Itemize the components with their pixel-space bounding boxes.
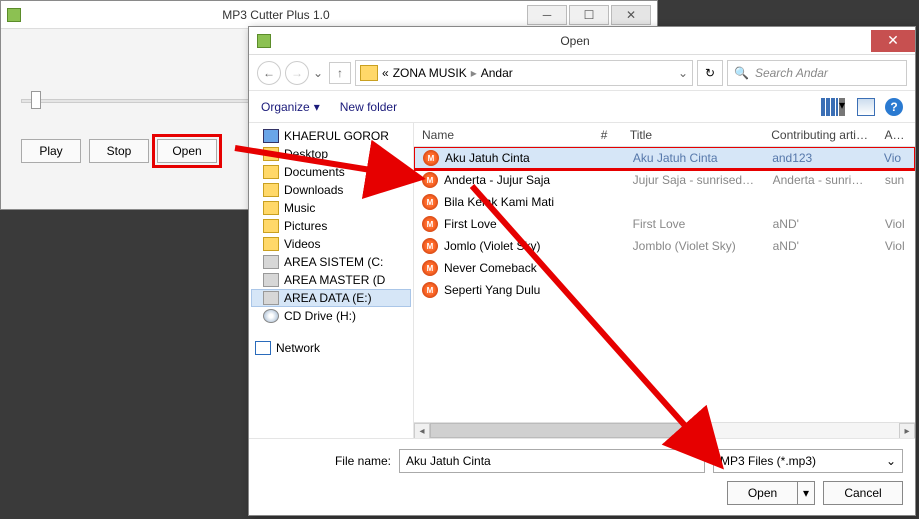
mp3-icon: M [422, 260, 438, 276]
app-title: MP3 Cutter Plus 1.0 [27, 8, 525, 22]
file-row[interactable]: M First Love First Love aND' Viol [414, 213, 915, 235]
chevron-down-icon: ▾ [314, 100, 320, 114]
tree-downloads[interactable]: Downloads [251, 181, 411, 199]
file-row[interactable]: M Bila Kelak Kami Mati [414, 191, 915, 213]
folder-icon [263, 201, 279, 215]
app-icon [7, 8, 21, 22]
toolbar: Organize▾ New folder ▾ ? [249, 91, 915, 123]
horizontal-scrollbar[interactable]: ◂ ▸ [414, 422, 915, 438]
new-folder-button[interactable]: New folder [340, 100, 397, 114]
tree-documents[interactable]: Documents [251, 163, 411, 181]
open-dialog: Open ✕ ← → ⌄ ↑ « ZONA MUSIK ▸ Andar ⌄ ↻ … [248, 26, 916, 516]
forward-button[interactable]: → [285, 61, 309, 85]
up-button[interactable]: ↑ [329, 62, 351, 84]
dialog-icon [257, 34, 271, 48]
stop-button[interactable]: Stop [89, 139, 149, 163]
scroll-right-button[interactable]: ▸ [899, 423, 915, 438]
mp3-icon: M [422, 282, 438, 298]
refresh-button[interactable]: ↻ [697, 60, 723, 86]
file-row[interactable]: M Never Comeback [414, 257, 915, 279]
file-row[interactable]: M Seperti Yang Dulu [414, 279, 915, 301]
col-title[interactable]: Title [622, 128, 763, 142]
col-artist[interactable]: Contributing artists [763, 128, 876, 142]
mp3-icon: M [422, 216, 438, 232]
maximize-button[interactable]: ☐ [569, 5, 609, 25]
minimize-button[interactable]: ─ [527, 5, 567, 25]
file-list: M Aku Jatuh Cinta Aku Jatuh Cinta and123… [414, 147, 915, 422]
tree-drive-h[interactable]: CD Drive (H:) [251, 307, 411, 325]
tree-videos[interactable]: Videos [251, 235, 411, 253]
col-num[interactable]: # [593, 128, 622, 142]
tree-desktop[interactable]: Desktop [251, 145, 411, 163]
history-dropdown[interactable]: ⌄ [313, 66, 325, 80]
drive-icon [263, 273, 279, 287]
col-name[interactable]: Name [414, 128, 593, 142]
file-type-filter[interactable]: MP3 Files (*.mp3)⌄ [713, 449, 903, 473]
chevron-down-icon: ⌄ [886, 454, 896, 468]
folder-icon [263, 219, 279, 233]
nav-row: ← → ⌄ ↑ « ZONA MUSIK ▸ Andar ⌄ ↻ 🔍 Searc… [249, 55, 915, 91]
dialog-close-button[interactable]: ✕ [871, 30, 915, 52]
tree-drive-e[interactable]: AREA DATA (E:) [251, 289, 411, 307]
crumb-prefix: « [382, 66, 389, 80]
play-button[interactable]: Play [21, 139, 81, 163]
folder-icon [263, 165, 279, 179]
mp3-icon: M [422, 238, 438, 254]
folder-icon [263, 237, 279, 251]
file-row[interactable]: M Anderta - Jujur Saja Jujur Saja - sunr… [414, 169, 915, 191]
drive-icon [263, 291, 279, 305]
mp3-icon: M [422, 194, 438, 210]
disc-icon [263, 309, 279, 323]
open-dropdown-button[interactable]: ▾ [797, 481, 815, 505]
close-button[interactable]: ✕ [611, 5, 651, 25]
folder-icon [263, 183, 279, 197]
back-button[interactable]: ← [257, 61, 281, 85]
crumb-sep-icon: ▸ [471, 66, 477, 80]
open-button[interactable]: Open [157, 139, 217, 163]
organize-menu[interactable]: Organize▾ [261, 100, 320, 114]
crumb-dropdown-icon[interactable]: ⌄ [678, 66, 688, 80]
view-mode-button[interactable]: ▾ [821, 98, 847, 116]
drive-icon [263, 255, 279, 269]
mp3-icon: M [423, 150, 439, 166]
tree-computer[interactable]: KHAERUL GOROR [251, 127, 411, 145]
search-icon: 🔍 [734, 66, 749, 80]
col-album[interactable]: Albu [877, 128, 915, 142]
tree-network[interactable]: Network [251, 339, 411, 357]
mp3-icon: M [422, 172, 438, 188]
network-icon [255, 341, 271, 355]
scroll-thumb[interactable] [430, 423, 711, 438]
file-row[interactable]: M Jomlo (Violet Sky) Jomblo (Violet Sky)… [414, 235, 915, 257]
filename-label: File name: [261, 454, 391, 468]
tree-pictures[interactable]: Pictures [251, 217, 411, 235]
tree-music[interactable]: Music [251, 199, 411, 217]
help-button[interactable]: ? [885, 98, 903, 116]
slider-thumb[interactable] [31, 91, 41, 109]
dialog-title: Open [279, 34, 871, 48]
dialog-titlebar[interactable]: Open ✕ [249, 27, 915, 55]
filename-input[interactable]: Aku Jatuh Cinta [399, 449, 705, 473]
app-titlebar[interactable]: MP3 Cutter Plus 1.0 ─ ☐ ✕ [1, 1, 657, 29]
search-placeholder: Search Andar [755, 66, 828, 80]
computer-icon [263, 129, 279, 143]
column-headers[interactable]: Name # Title Contributing artists Albu [414, 123, 915, 147]
file-row[interactable]: M Aku Jatuh Cinta Aku Jatuh Cinta and123… [414, 147, 915, 169]
tree-drive-c[interactable]: AREA SISTEM (C: [251, 253, 411, 271]
nav-tree: KHAERUL GOROR Desktop Documents Download… [249, 123, 414, 438]
crumb-1[interactable]: ZONA MUSIK [393, 66, 467, 80]
preview-pane-button[interactable] [857, 98, 875, 116]
search-input[interactable]: 🔍 Search Andar [727, 60, 907, 86]
dialog-open-button[interactable]: Open [727, 481, 797, 505]
tree-drive-d[interactable]: AREA MASTER (D [251, 271, 411, 289]
breadcrumb[interactable]: « ZONA MUSIK ▸ Andar ⌄ [355, 60, 693, 86]
crumb-2[interactable]: Andar [481, 66, 513, 80]
folder-icon [263, 147, 279, 161]
folder-icon [360, 65, 378, 81]
dialog-cancel-button[interactable]: Cancel [823, 481, 903, 505]
scroll-left-button[interactable]: ◂ [414, 423, 430, 438]
